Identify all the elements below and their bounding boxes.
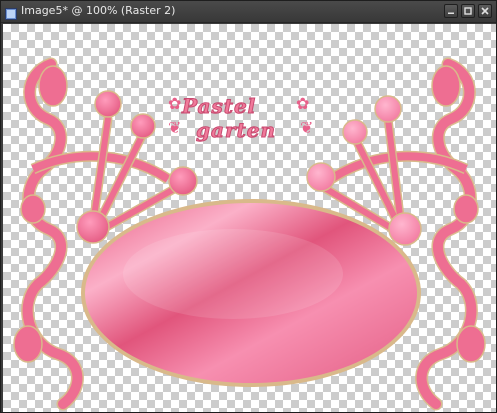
image-canvas[interactable]: ✿ Pastel ✿ ❦ garten ❦ bbox=[3, 24, 496, 412]
close-icon bbox=[481, 7, 489, 15]
ornament-icon: ❦ bbox=[168, 118, 182, 137]
ornament-icon: ❦ bbox=[300, 118, 314, 137]
minimize-icon bbox=[448, 12, 454, 14]
maximize-icon bbox=[464, 7, 472, 15]
close-button[interactable] bbox=[478, 4, 492, 18]
minimize-button[interactable] bbox=[444, 4, 458, 18]
pastel-garten-wordart: ✿ Pastel ✿ ❦ garten ❦ bbox=[168, 94, 328, 144]
ornament-icon: ✿ bbox=[296, 94, 310, 113]
app-icon bbox=[5, 5, 17, 20]
pink-frame-artwork bbox=[13, 57, 486, 411]
title-bar[interactable]: Image5* @ 100% (Raster 2) bbox=[1, 1, 496, 23]
maximize-button[interactable] bbox=[461, 4, 475, 18]
wordart-line1: Pastel bbox=[181, 94, 257, 119]
ornament-icon: ✿ bbox=[168, 94, 182, 113]
image-window: Image5* @ 100% (Raster 2) ✿ Pastel ✿ ❦ g… bbox=[0, 0, 497, 413]
wordart-line2: garten bbox=[196, 118, 276, 143]
window-title: Image5* @ 100% (Raster 2) bbox=[21, 4, 176, 17]
